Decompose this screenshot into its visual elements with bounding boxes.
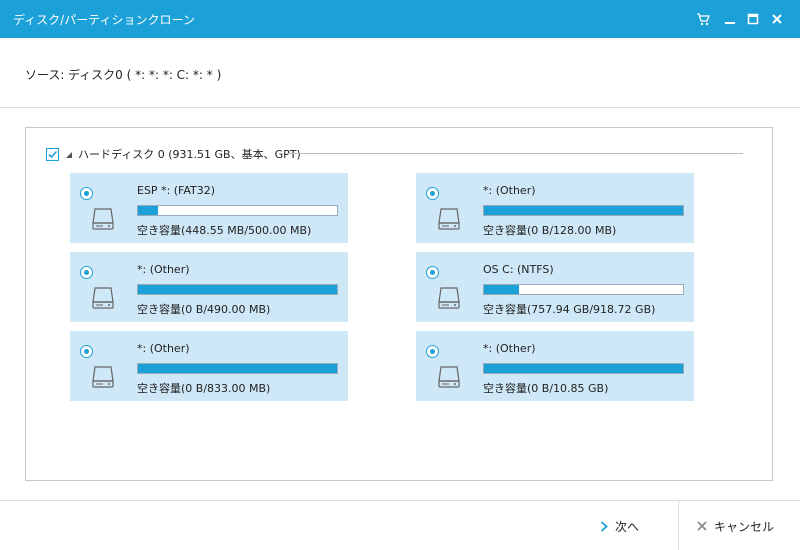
partition-card[interactable]: *: (Other) 空き容量(0 B/10.85 GB) [416, 331, 694, 401]
hard-drive-icon [90, 206, 116, 235]
partition-name: ESP *: (FAT32) [137, 184, 216, 197]
partition-usage-bar [137, 205, 338, 216]
next-button[interactable]: 次へ [600, 501, 670, 550]
collapse-triangle-icon[interactable] [66, 147, 72, 161]
footer-divider [678, 501, 679, 550]
partition-radio[interactable] [80, 345, 93, 358]
usage-fill [484, 285, 519, 294]
usage-fill [138, 285, 337, 294]
partition-card[interactable]: ESP *: (FAT32) 空き容量(448.55 MB/500.00 MB) [70, 173, 348, 243]
hard-drive-icon [90, 364, 116, 393]
partition-name: *: (Other) [137, 263, 190, 276]
title-bar: ディスク/パーティションクローン [0, 0, 800, 38]
partition-free-space: 空き容量(0 B/833.00 MB) [137, 382, 271, 395]
partition-free-space: 空き容量(757.94 GB/918.72 GB) [483, 303, 656, 316]
hard-drive-icon [436, 364, 462, 393]
usage-fill [484, 206, 683, 215]
partition-usage-bar [483, 205, 684, 216]
disk-header-divider [287, 153, 743, 154]
cart-icon[interactable] [693, 9, 713, 29]
partition-card[interactable]: OS C: (NTFS) 空き容量(757.94 GB/918.72 GB) [416, 252, 694, 322]
cancel-button[interactable]: キャンセル [697, 501, 787, 550]
partition-radio[interactable] [426, 187, 439, 200]
partition-free-space: 空き容量(0 B/10.85 GB) [483, 382, 609, 395]
usage-fill [484, 364, 683, 373]
window-title: ディスク/パーティションクローン [13, 13, 195, 27]
partition-name: *: (Other) [483, 184, 536, 197]
chevron-right-icon [600, 520, 608, 532]
hard-drive-icon [90, 285, 116, 314]
partition-card[interactable]: *: (Other) 空き容量(0 B/833.00 MB) [70, 331, 348, 401]
disk-checkbox[interactable] [46, 147, 59, 161]
usage-fill [138, 364, 337, 373]
source-label: ソース: [25, 68, 65, 82]
partition-radio[interactable] [80, 187, 93, 200]
next-label: 次へ [615, 519, 640, 534]
partition-free-space: 空き容量(0 B/128.00 MB) [483, 224, 617, 237]
hard-drive-icon [436, 285, 462, 314]
partition-free-space: 空き容量(448.55 MB/500.00 MB) [137, 224, 312, 237]
close-x-icon [697, 521, 707, 531]
source-value: ディスク0 ( *: *: *: C: *: * ) [68, 68, 222, 82]
usage-fill [138, 206, 158, 215]
partition-usage-bar [137, 363, 338, 374]
partition-radio[interactable] [426, 345, 439, 358]
close-icon[interactable] [767, 9, 787, 29]
partition-name: OS C: (NTFS) [483, 263, 554, 276]
partition-free-space: 空き容量(0 B/490.00 MB) [137, 303, 271, 316]
partition-radio[interactable] [426, 266, 439, 279]
footer: 次へ キャンセル [0, 500, 800, 550]
hard-drive-icon [436, 206, 462, 235]
partition-usage-bar [137, 284, 338, 295]
partition-usage-bar [483, 363, 684, 374]
partition-name: *: (Other) [483, 342, 536, 355]
partition-usage-bar [483, 284, 684, 295]
partition-card[interactable]: *: (Other) 空き容量(0 B/128.00 MB) [416, 173, 694, 243]
minimize-icon[interactable] [720, 9, 740, 29]
maximize-icon[interactable] [743, 9, 763, 29]
source-row: ソース: ディスク0 ( *: *: *: C: *: * ) [0, 38, 800, 108]
cancel-label: キャンセル [714, 519, 775, 534]
disk-label: ハードディスク 0 (931.51 GB、基本、GPT) [78, 148, 301, 161]
partition-name: *: (Other) [137, 342, 190, 355]
disk-header: ハードディスク 0 (931.51 GB、基本、GPT) [46, 146, 301, 162]
partition-radio[interactable] [80, 266, 93, 279]
partition-card[interactable]: *: (Other) 空き容量(0 B/490.00 MB) [70, 252, 348, 322]
